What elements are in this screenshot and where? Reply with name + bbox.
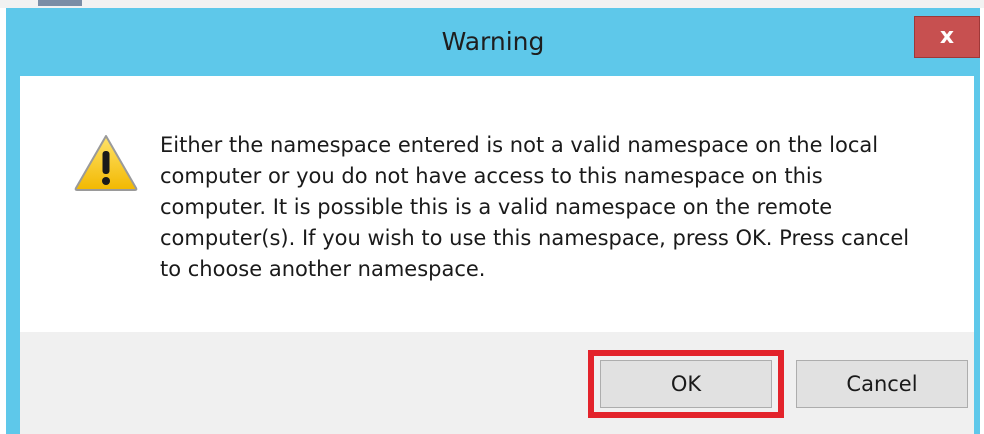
dialog-title: Warning bbox=[441, 27, 545, 56]
close-button[interactable]: x bbox=[914, 16, 980, 58]
ok-button[interactable]: OK bbox=[600, 360, 772, 408]
dialog-footer: OK Cancel bbox=[20, 332, 974, 434]
warning-message: Either the namespace entered is not a va… bbox=[160, 133, 910, 281]
desktop-window-fragment bbox=[38, 0, 82, 6]
cancel-button[interactable]: Cancel bbox=[796, 360, 968, 408]
dialog-content: Either the namespace entered is not a va… bbox=[20, 76, 974, 332]
desktop-background bbox=[0, 0, 984, 8]
warning-dialog: Warning x Either the namespace entered i… bbox=[6, 8, 980, 434]
warning-icon bbox=[74, 135, 138, 191]
